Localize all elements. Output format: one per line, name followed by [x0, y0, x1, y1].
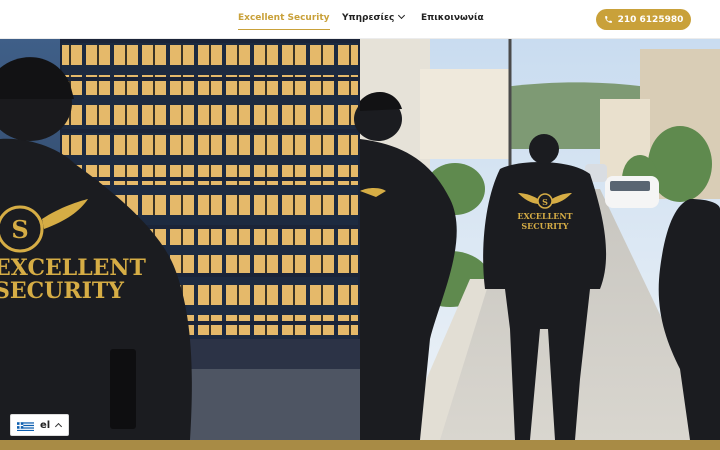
bottom-accent-bar	[0, 440, 720, 450]
phone-icon	[604, 16, 612, 23]
right-jacket-line1: EXCELLENT	[517, 211, 572, 221]
nav-excellent-security[interactable]: Excellent Security	[238, 13, 330, 30]
language-switcher[interactable]: el	[10, 414, 69, 436]
left-emblem-letter: S	[11, 215, 28, 244]
phone-button[interactable]: 210 6125980	[596, 9, 691, 30]
nav-contact[interactable]: Επικοινωνία	[421, 13, 484, 23]
site-header: Excellent Security Υπηρεσίες Επικοινωνία…	[0, 0, 720, 39]
nav-services-label: Υπηρεσίες	[342, 13, 395, 23]
chevron-up-icon	[55, 422, 63, 431]
left-jacket-line2: SECURITY	[0, 278, 124, 304]
right-emblem-letter: S	[542, 197, 548, 207]
greek-flag-icon	[17, 419, 34, 431]
phone-number: 210 6125980	[617, 14, 684, 25]
left-photo: S EXCELLENT SECURITY	[0, 39, 360, 440]
nav-services[interactable]: Υπηρεσίες	[342, 11, 406, 23]
right-photo: S EXCELLENT SECURITY	[354, 39, 720, 440]
chevron-down-icon	[398, 11, 406, 20]
hero-photo: S EXCELLENT SECURITY S EXCELLENT SECURIT…	[0, 39, 720, 440]
right-jacket-emblem: S EXCELLENT SECURITY	[517, 193, 573, 231]
right-jacket-line2: SECURITY	[521, 221, 569, 231]
hero-image: S EXCELLENT SECURITY S EXCELLENT SECURIT…	[0, 39, 720, 440]
language-label: el	[40, 419, 51, 431]
